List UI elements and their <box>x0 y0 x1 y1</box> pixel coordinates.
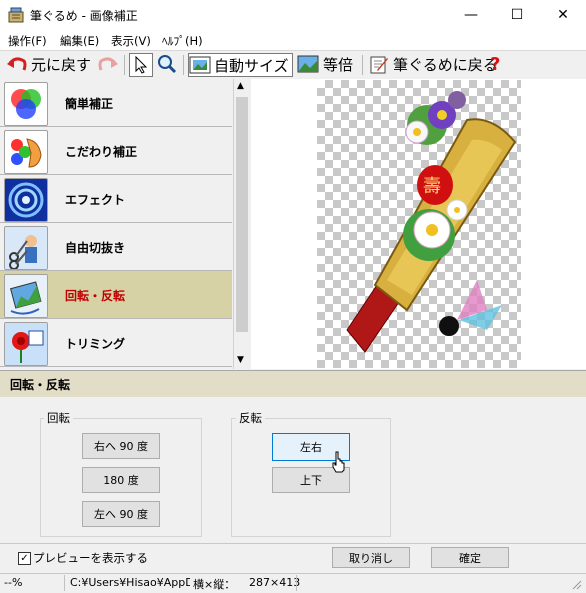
redo-button[interactable] <box>97 53 119 75</box>
pointer-icon <box>135 56 148 74</box>
menu-operation[interactable]: 操作(F) <box>8 33 47 49</box>
status-bar: --% C:¥Users¥Hisao¥AppDa 横×縦： 287×413 <box>0 573 586 592</box>
hagoita-illustration: 壽 <box>346 91 517 353</box>
toolbar-separator <box>124 55 125 75</box>
crop-rose-icon <box>4 322 48 366</box>
list-item-label: 自由切抜き <box>65 241 126 255</box>
list-item-label: 簡単補正 <box>65 97 114 111</box>
title-bar: 筆ぐるめ - 画像補正 — ☐ ✕ <box>0 0 586 30</box>
window-title: 筆ぐるめ - 画像補正 <box>30 9 138 23</box>
picture-icon <box>297 55 319 73</box>
section-header: 回転・反転 <box>0 370 586 398</box>
file-path-status: C:¥Users¥Hisao¥AppDa <box>70 576 190 589</box>
redo-icon <box>98 57 118 71</box>
auto-size-button[interactable]: 自動サイズ <box>188 53 293 77</box>
list-item-detailed-correction[interactable]: こだわり補正 <box>0 127 232 175</box>
transparency-checkerboard: 壽 <box>317 80 521 368</box>
picture-fit-icon <box>189 56 211 74</box>
list-item-free-cutout[interactable]: 自由切抜き <box>0 223 232 271</box>
status-separator <box>296 575 297 591</box>
rgb-circles-icon <box>4 82 48 126</box>
pointer-tool-button[interactable] <box>129 53 153 77</box>
swirl-icon <box>4 178 48 222</box>
zoom-status: --% <box>4 576 23 589</box>
size-value: 287×413 <box>249 576 301 589</box>
hand-palette-icon <box>4 130 48 174</box>
preview-checkbox-label: プレビューを表示する <box>33 551 148 565</box>
preview-checkbox[interactable]: ✓ <box>18 552 31 565</box>
help-button[interactable]: ? <box>490 53 500 75</box>
image-preview: 壽 <box>251 79 586 369</box>
app-icon <box>8 7 24 23</box>
flip-group-label: 反転 <box>236 410 265 426</box>
scroll-down-icon[interactable]: ▼ <box>237 355 244 365</box>
list-item-label: こだわり補正 <box>65 145 138 159</box>
undo-button[interactable]: 元に戻す <box>6 53 91 75</box>
footer-bar: ✓ プレビューを表示する 取り消し 確定 <box>0 543 586 574</box>
zoom-tool-button[interactable] <box>157 53 177 75</box>
section-title: 回転・反転 <box>10 378 71 392</box>
close-button[interactable]: ✕ <box>540 0 586 30</box>
mouse-cursor-icon <box>331 451 347 476</box>
toolbar-separator <box>362 55 363 75</box>
rotate-180-button[interactable]: 180 度 <box>82 467 160 493</box>
cancel-button[interactable]: 取り消し <box>332 547 410 568</box>
menu-view[interactable]: 表示(V) <box>111 33 151 49</box>
status-separator <box>64 575 65 591</box>
confirm-button[interactable]: 確定 <box>431 547 509 568</box>
document-pen-icon <box>370 56 388 74</box>
rotate-picture-icon <box>4 274 48 318</box>
help-icon: ? <box>490 53 501 75</box>
list-scrollbar[interactable]: ▲ ▼ <box>233 79 251 369</box>
list-item-label: 回転・反転 <box>65 289 126 303</box>
function-list: 簡単補正 こだわり補正 エフェクト 自由切抜き 回転・反転 トリミング <box>0 79 251 369</box>
actual-size-label: 等倍 <box>323 55 354 74</box>
auto-size-label: 自動サイズ <box>214 56 289 75</box>
rotate-right-90-button[interactable]: 右へ 90 度 <box>82 433 160 459</box>
menu-bar: 操作(F) 編集(E) 表示(V) ﾍﾙﾌﾟ(H) <box>0 30 586 50</box>
list-item-label: エフェクト <box>65 193 126 207</box>
rotate-group-label: 回転 <box>44 410 73 426</box>
undo-label: 元に戻す <box>31 55 92 74</box>
list-item-trimming[interactable]: トリミング <box>0 319 232 367</box>
svg-text:壽: 壽 <box>423 176 441 197</box>
scissors-person-icon <box>4 226 48 270</box>
list-item-rotate-flip[interactable]: 回転・反転 <box>0 271 232 319</box>
back-label: 筆ぐるめに戻る <box>393 55 498 74</box>
list-item-effect[interactable]: エフェクト <box>0 175 232 223</box>
actual-size-button[interactable]: 等倍 <box>297 53 353 75</box>
scroll-up-icon[interactable]: ▲ <box>237 81 244 91</box>
menu-edit[interactable]: 編集(E) <box>60 33 99 49</box>
toolbar-separator <box>183 55 184 75</box>
list-item-label: トリミング <box>65 337 126 351</box>
rotate-left-90-button[interactable]: 左へ 90 度 <box>82 501 160 527</box>
back-to-fudegurume-button[interactable]: 筆ぐるめに戻る <box>369 53 498 75</box>
scroll-thumb[interactable] <box>236 97 248 332</box>
menu-help[interactable]: ﾍﾙﾌﾟ(H) <box>162 33 203 49</box>
size-label: 横×縦： <box>193 578 236 591</box>
toolbar: 元に戻す 自動サイズ 等倍 筆ぐるめに戻る ? <box>0 50 586 80</box>
magnifier-icon <box>158 55 177 74</box>
list-item-simple-correction[interactable]: 簡単補正 <box>0 79 232 127</box>
maximize-button[interactable]: ☐ <box>494 0 540 30</box>
options-panel: 回転 右へ 90 度 180 度 左へ 90 度 反転 左右 上下 <box>0 397 586 543</box>
undo-icon <box>7 57 27 71</box>
minimize-button[interactable]: — <box>448 0 494 30</box>
